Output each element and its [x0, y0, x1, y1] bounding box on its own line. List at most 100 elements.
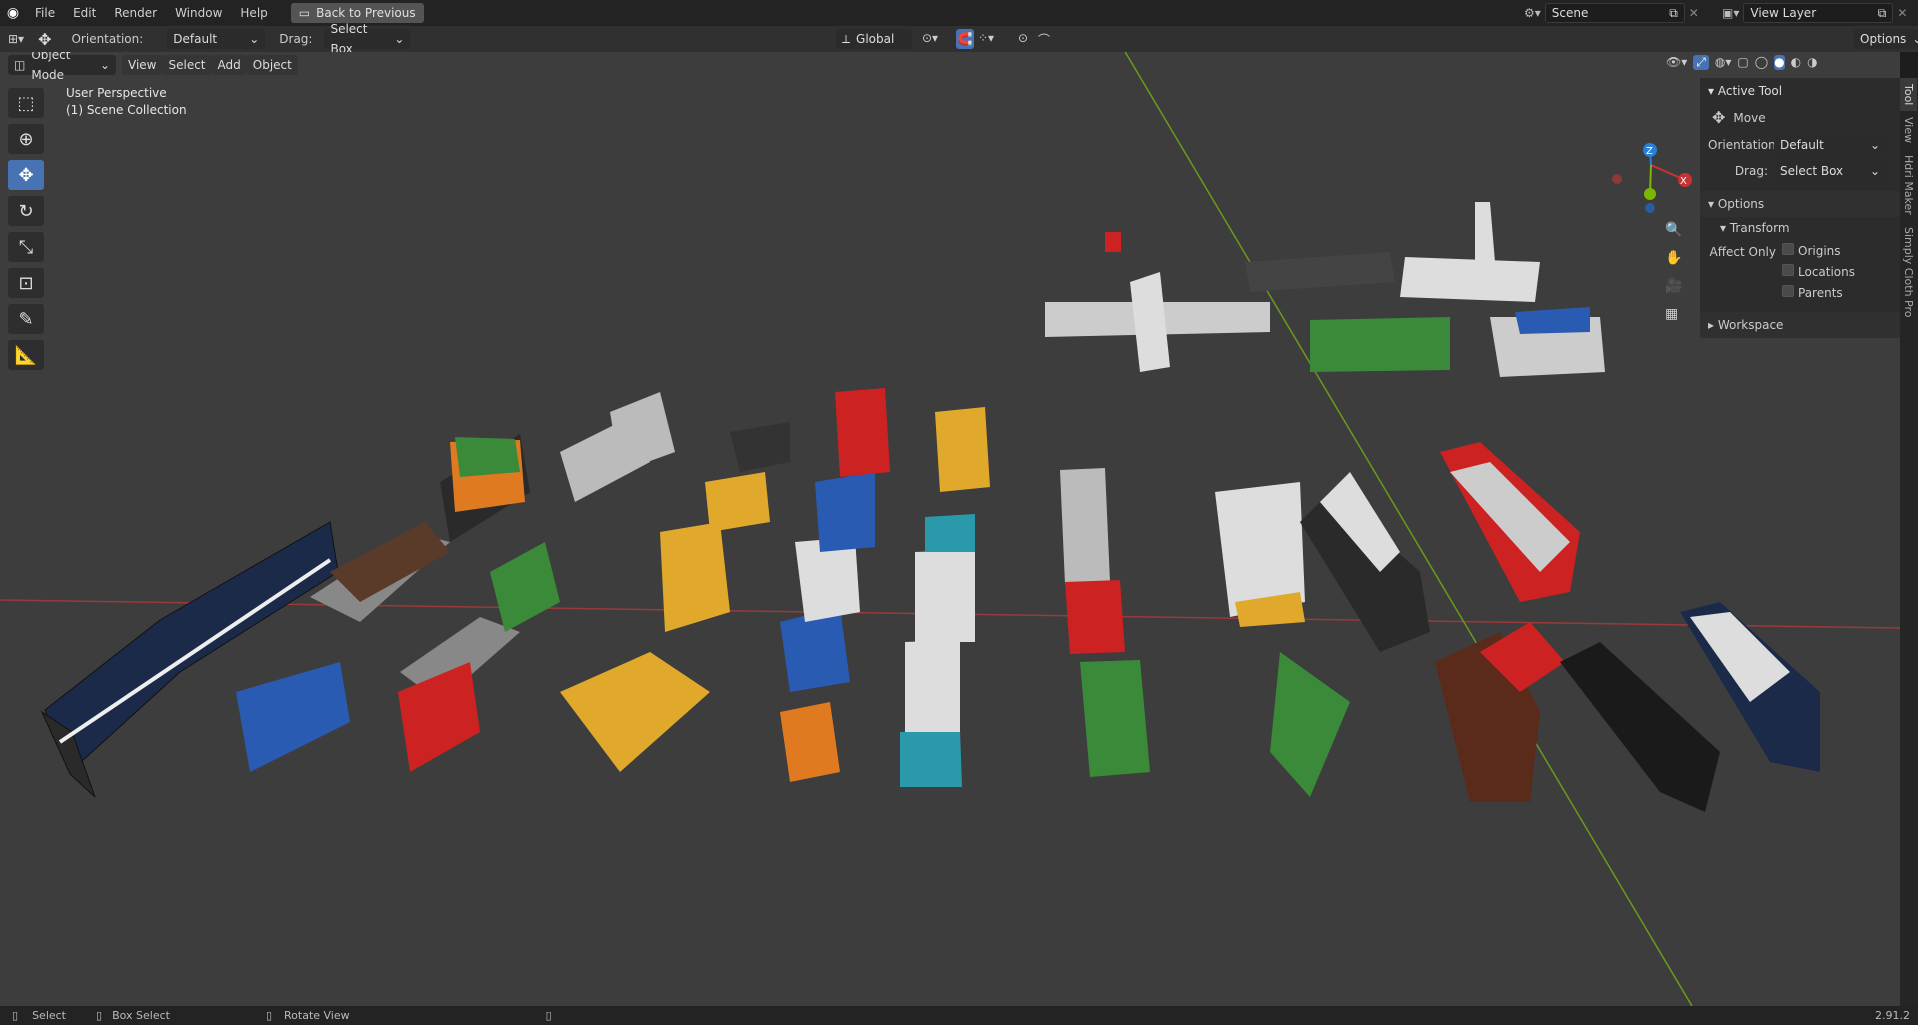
- tool-header: ⊞▾ ✥ Orientation: Default ⌄ Drag: Select …: [0, 22, 1918, 56]
- train-mid-left: [440, 392, 675, 632]
- scene-canvas[interactable]: X Z: [0, 52, 1900, 1006]
- rendered-shading-icon[interactable]: ◑: [1807, 55, 1817, 70]
- mouse-icon: ▯: [545, 1009, 552, 1022]
- top-menu-bar: ◉ File Edit Render Window Help ▭ Back to…: [0, 0, 1918, 26]
- solid-shading-icon[interactable]: ●: [1774, 55, 1785, 70]
- rotate-tool-icon[interactable]: ↻: [8, 196, 44, 226]
- snap-icon[interactable]: 🧲: [956, 29, 974, 49]
- grid-perspective-icon[interactable]: ▦: [1665, 306, 1682, 322]
- tool-name: Move: [1733, 110, 1766, 125]
- view-menu[interactable]: View: [122, 55, 163, 75]
- overlay-icon[interactable]: ◍▾: [1715, 55, 1732, 70]
- gizmo-x-label: X: [1680, 176, 1687, 187]
- close-scene-icon[interactable]: ✕: [1689, 6, 1699, 20]
- train-red-green: [1060, 468, 1150, 777]
- version-label: 2.91.2: [1875, 1009, 1910, 1022]
- train-navy: [40, 521, 339, 798]
- orientation-dropdown[interactable]: Default ⌄: [167, 29, 266, 49]
- menu-render[interactable]: Render: [105, 0, 166, 26]
- transform-tool-icon[interactable]: ⊡: [8, 268, 44, 298]
- add-menu[interactable]: Add: [211, 55, 247, 75]
- scene-icon[interactable]: ⚙▾: [1524, 6, 1541, 20]
- view-layer-icon[interactable]: ▣▾: [1722, 6, 1739, 20]
- scene-field[interactable]: Scene ⧉: [1544, 3, 1685, 23]
- transform-orientation-dropdown[interactable]: ⟂ Global: [836, 29, 912, 49]
- measure-tool-icon[interactable]: 📐: [8, 340, 44, 370]
- drag-panel-dropdown[interactable]: Select Box ⌄: [1774, 161, 1886, 181]
- workspace-header[interactable]: ▸ Workspace: [1700, 312, 1900, 338]
- menu-file[interactable]: File: [26, 0, 64, 26]
- editor-type-icon[interactable]: ⊞▾: [8, 32, 24, 46]
- proportional-edit-icon[interactable]: ⊙: [1018, 31, 1028, 45]
- move-tool-button-icon[interactable]: ✥: [8, 160, 44, 190]
- mode-dropdown[interactable]: ◫ Object Mode ⌄: [8, 52, 116, 82]
- train-blue-white: [780, 388, 890, 782]
- mouse-middle-icon: ▯: [96, 1009, 103, 1022]
- tab-view[interactable]: View: [1900, 111, 1917, 149]
- cursor-tool-icon[interactable]: ⊕: [8, 124, 44, 154]
- checkbox-icon: [1782, 264, 1794, 276]
- drag-panel-label: Drag:: [1734, 164, 1768, 178]
- status-rotate-view: Rotate View: [284, 1009, 350, 1022]
- pan-hand-icon[interactable]: ✋: [1665, 250, 1682, 266]
- zoom-icon[interactable]: 🔍: [1665, 222, 1682, 238]
- planes: [1045, 202, 1605, 377]
- visibility-icon[interactable]: 👁▾: [1666, 55, 1687, 70]
- viewport-collection-label: (1) Scene Collection: [66, 103, 187, 117]
- mouse-left-icon: ▯: [12, 1009, 19, 1022]
- tool-shelf: ⬚ ⊕ ✥ ↻ ⤡ ⊡ ✎ 📐: [8, 88, 46, 370]
- origins-checkbox[interactable]: Origins: [1782, 243, 1855, 258]
- view-layer-field[interactable]: View Layer ⧉: [1743, 3, 1894, 23]
- drag-label: Drag:: [279, 32, 313, 46]
- scale-tool-icon[interactable]: ⤡: [8, 232, 44, 262]
- copy-icon[interactable]: ⧉: [1669, 4, 1678, 22]
- mouse-right-icon: ▯: [265, 1009, 273, 1022]
- train-teal: [900, 407, 990, 787]
- gizmo-z-label: Z: [1646, 146, 1653, 157]
- xray-icon[interactable]: ▢: [1737, 55, 1748, 70]
- train-tanker: [398, 617, 520, 772]
- menu-help[interactable]: Help: [231, 0, 276, 26]
- active-tool-header[interactable]: ▾ Active Tool: [1700, 78, 1900, 104]
- viewport-perspective-label: User Perspective: [66, 86, 167, 100]
- wireframe-shading-icon[interactable]: ◯: [1755, 55, 1768, 70]
- sidebar-tabs: Tool View Hdri Maker Simply Cloth Pro: [1900, 78, 1918, 1006]
- falloff-icon[interactable]: ⌒: [1038, 31, 1050, 48]
- object-menu[interactable]: Object: [246, 55, 298, 75]
- options-dropdown[interactable]: Options ⌄: [1854, 29, 1918, 49]
- status-select: Select: [32, 1009, 66, 1022]
- viewport-header: ◫ Object Mode ⌄ View Select Add Object 👁▾ …: [0, 52, 1900, 82]
- screen-icon: ▭: [298, 6, 311, 20]
- snap-target-icon[interactable]: ⁘▾: [978, 31, 994, 45]
- orientation-label: Orientation:: [71, 32, 144, 46]
- 3d-viewport[interactable]: X Z ◫ Object Mode ⌄ View Select Add Object…: [0, 52, 1900, 1006]
- navigation-gizmo: X Z: [1612, 143, 1692, 213]
- annotate-tool-icon[interactable]: ✎: [8, 304, 44, 334]
- menu-edit[interactable]: Edit: [64, 0, 105, 26]
- select-menu[interactable]: Select: [162, 55, 212, 75]
- material-shading-icon[interactable]: ◐: [1791, 55, 1801, 70]
- locations-checkbox[interactable]: Locations: [1782, 264, 1855, 279]
- gizmo-toggle-icon[interactable]: ⤢: [1693, 55, 1709, 70]
- options-header[interactable]: ▾ Options: [1700, 191, 1900, 217]
- checkbox-icon: [1782, 285, 1794, 297]
- camera-icon[interactable]: 🎥: [1665, 278, 1682, 294]
- move-tool-icon: ✥: [38, 29, 52, 49]
- menu-window[interactable]: Window: [166, 0, 231, 26]
- object-mode-icon: ◫: [14, 58, 26, 72]
- chevron-down-icon: ⌄: [394, 32, 405, 46]
- tab-tool[interactable]: Tool: [1900, 78, 1917, 112]
- close-view-layer-icon[interactable]: ✕: [1897, 6, 1907, 20]
- tab-hdri-maker[interactable]: Hdri Maker: [1900, 149, 1917, 221]
- drag-dropdown[interactable]: Select Box ⌄: [324, 22, 411, 56]
- transform-header[interactable]: ▾ Transform: [1700, 217, 1900, 239]
- affect-only-label: Affect Only: [1709, 245, 1776, 259]
- orientation-panel-dropdown[interactable]: Default ⌄: [1774, 135, 1886, 155]
- blender-logo-icon[interactable]: ◉: [0, 5, 26, 21]
- pivot-icon[interactable]: ⊙▾: [922, 31, 938, 45]
- select-box-tool-icon[interactable]: ⬚: [8, 88, 44, 118]
- chevron-down-icon: ⌄: [249, 32, 260, 46]
- tab-simply-cloth-pro[interactable]: Simply Cloth Pro: [1900, 221, 1917, 324]
- parents-checkbox[interactable]: Parents: [1782, 285, 1855, 300]
- copy-icon[interactable]: ⧉: [1878, 4, 1887, 22]
